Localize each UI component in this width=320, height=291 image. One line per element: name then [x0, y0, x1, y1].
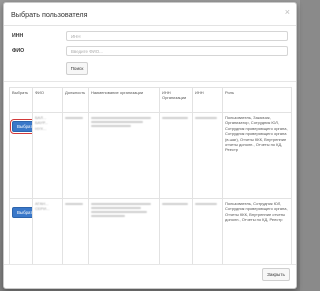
redacted-text: [91, 207, 141, 209]
dialog-header: Выбрать пользователя ×: [4, 3, 296, 26]
position-cell: [62, 112, 89, 199]
redacted-text: [162, 117, 188, 119]
header-org-name: Наименование организации: [88, 87, 160, 113]
footer-divider: [4, 264, 296, 265]
header-position: Должность: [62, 87, 89, 113]
header-inn: ИНН: [192, 87, 223, 113]
form-divider: [4, 81, 296, 82]
redacted-text: [91, 203, 151, 205]
search-button[interactable]: Поиск: [66, 62, 88, 75]
table-row: Выбрать БАЛ... БАУР... НУХ...: [9, 112, 292, 199]
fio-line: СЕРИ...: [35, 206, 50, 212]
redacted-text: [65, 203, 83, 205]
redacted-text: [91, 125, 131, 127]
close-button[interactable]: Закрыть: [262, 268, 290, 281]
position-cell: [62, 198, 89, 265]
inn-cell: [192, 112, 223, 199]
table-row: Выбрать АГАН... СЕРИ...: [9, 198, 292, 265]
redacted-text: [91, 215, 125, 217]
close-icon[interactable]: ×: [285, 7, 290, 17]
table-header-row: Выбрать ФИО Должность Наименование орган…: [9, 87, 292, 113]
select-user-button[interactable]: Выбрать: [10, 118, 32, 135]
redacted-text: [91, 211, 147, 213]
org-inn-cell: [159, 112, 193, 199]
redacted-text: [162, 203, 188, 205]
redacted-text: [91, 117, 151, 119]
redacted-text: [91, 121, 143, 123]
inn-input[interactable]: [66, 31, 288, 41]
fio-cell: БАЛ... БАУР... НУХ...: [32, 112, 63, 199]
org-name-cell: [88, 112, 160, 199]
users-table: Выбрать ФИО Должность Наименование орган…: [9, 87, 292, 265]
redacted-text: [195, 117, 217, 119]
inn-cell: [192, 198, 223, 265]
org-name-cell: [88, 198, 160, 265]
redacted-text: [65, 117, 83, 119]
org-inn-cell: [159, 198, 193, 265]
fio-input[interactable]: [66, 46, 288, 56]
fio-cell: АГАН... СЕРИ...: [32, 198, 63, 265]
redacted-text: [195, 203, 217, 205]
fio-label: ФИО: [12, 48, 25, 54]
select-user-dialog: Выбрать пользователя × ИНН ФИО Поиск Выб…: [3, 2, 297, 289]
fio-line: НУХ...: [35, 125, 47, 131]
select-cell: Выбрать: [9, 198, 33, 265]
select-cell: Выбрать: [9, 112, 33, 199]
header-fio: ФИО: [32, 87, 63, 113]
select-user-button[interactable]: Выбрать: [12, 207, 32, 219]
role-cell: Пользователь, Сотрудник ЮЛ, Сотрудник пр…: [222, 198, 292, 265]
header-role: Роль: [222, 87, 292, 113]
inn-label: ИНН: [12, 33, 24, 39]
header-select: Выбрать: [9, 87, 33, 113]
header-org-inn: ИНН Организации: [159, 87, 193, 113]
dialog-title: Выбрать пользователя: [11, 10, 88, 19]
role-cell: Пользователь, Заказчик, Организатор, Сот…: [222, 112, 292, 199]
